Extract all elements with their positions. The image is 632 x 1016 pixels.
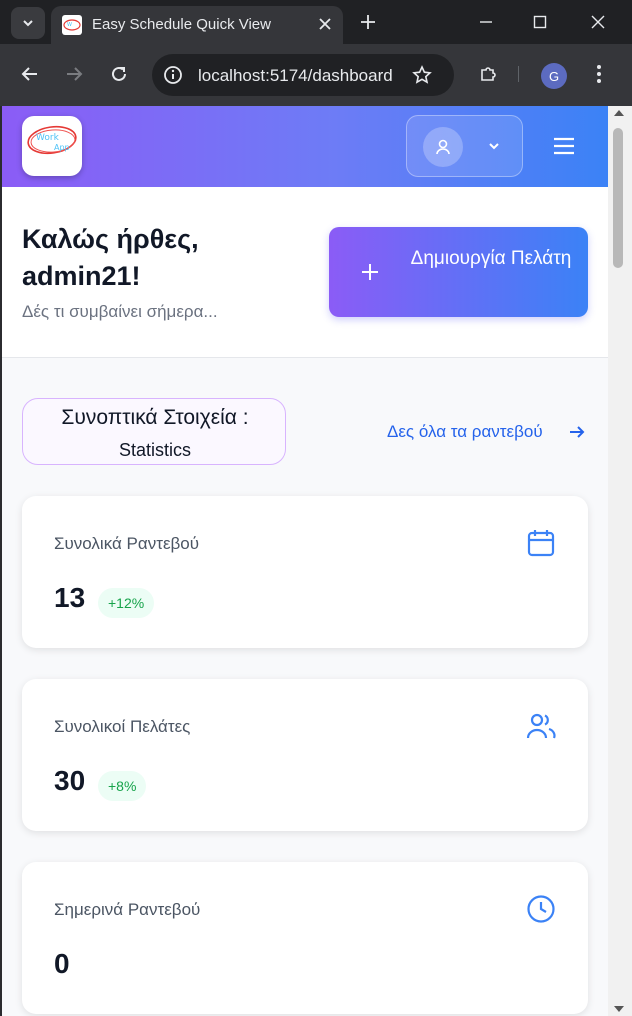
stats-title: Συνοπτικά Στοιχεία : [61, 406, 249, 429]
arrow-left-icon [21, 67, 37, 81]
stat-card-total-clients: Συνολικοί Πελάτες 30 +8% [22, 679, 588, 831]
welcome-section: Καλώς ήρθες, admin21! Δές τι συμβαίνει σ… [2, 187, 608, 358]
close-icon [591, 15, 605, 29]
see-all-appointments-link[interactable]: Δες όλα τα ραντεβού [387, 422, 543, 442]
tab-search-button[interactable] [11, 7, 45, 39]
new-tab-button[interactable] [354, 8, 382, 36]
minimize-button[interactable] [466, 6, 506, 38]
url-text: localhost:5174/dashboard [198, 66, 393, 85]
app-logo[interactable]: Work App [22, 116, 82, 176]
browser-toolbar: localhost:5174/dashboard G [0, 44, 632, 106]
tab-close-button[interactable] [314, 13, 336, 35]
scroll-up-arrow-icon[interactable] [614, 110, 624, 116]
close-window-button[interactable] [578, 6, 618, 38]
favicon-icon: W [62, 15, 82, 35]
chevron-down-icon [483, 135, 505, 157]
arrow-right-icon[interactable] [567, 422, 587, 442]
forward-button[interactable] [60, 60, 88, 88]
minimize-icon [480, 21, 492, 23]
logo-text-work: Work [36, 133, 60, 143]
close-icon [319, 18, 331, 30]
create-client-button[interactable]: Δημιουργία Πελάτη [329, 227, 588, 317]
app-header: Work App [2, 106, 608, 187]
card-value: 13 [54, 582, 86, 613]
logo-icon: Work App [27, 125, 77, 155]
welcome-subtitle: Δές τι συμβαίνει σήμερα... [22, 302, 218, 321]
hamburger-icon [554, 137, 574, 155]
card-value: 30 [54, 765, 86, 796]
back-button[interactable] [16, 60, 44, 88]
stats-heading-badge: Συνοπτικά Στοιχεία : Statistics [22, 398, 286, 465]
card-label: Συνολικά Ραντεβού [54, 534, 200, 553]
more-vertical-icon [597, 65, 601, 83]
bookmark-star-icon[interactable] [410, 63, 434, 87]
page-scrollbar[interactable] [608, 106, 632, 1016]
avatar [423, 127, 463, 167]
card-label: Συνολικοί Πελάτες [54, 717, 191, 736]
stat-card-total-appointments: Συνολικά Ραντεβού 13 +12% [22, 496, 588, 648]
calendar-icon [524, 526, 558, 560]
chevron-down-icon [23, 20, 33, 27]
plus-icon [361, 15, 375, 29]
stat-card-today-appointments: Σημερινά Ραντεβού 0 [22, 862, 588, 1014]
tab-title: Easy Schedule Quick View [92, 16, 271, 33]
card-delta-badge: +12% [98, 588, 155, 618]
puzzle-icon [481, 67, 496, 81]
users-icon [524, 709, 558, 743]
clock-icon [524, 892, 558, 926]
card-value: 0 [54, 948, 70, 979]
scroll-down-arrow-icon[interactable] [614, 1006, 624, 1012]
svg-text:W: W [67, 22, 72, 28]
user-menu-button[interactable] [406, 115, 523, 177]
logo-text-app: App [54, 143, 70, 152]
reload-button[interactable] [105, 60, 133, 88]
menu-button[interactable] [551, 133, 577, 159]
page-viewport: Work App Καλώς ήρθες, admin21! Δές τι συ… [2, 106, 608, 1016]
maximize-icon [533, 15, 547, 29]
user-icon [436, 139, 450, 155]
stats-subtitle: Statistics [118, 440, 192, 460]
address-bar[interactable]: localhost:5174/dashboard [152, 54, 454, 96]
welcome-title: Καλώς ήρθες, admin21! [22, 224, 199, 291]
profile-avatar[interactable]: G [541, 63, 567, 89]
plus-icon [358, 260, 382, 284]
card-delta-badge: +8% [98, 771, 147, 801]
card-label: Σημερινά Ραντεβού [54, 900, 201, 919]
reload-icon [112, 66, 126, 81]
browser-tab[interactable]: W Easy Schedule Quick View [51, 6, 343, 44]
create-client-label: Δημιουργία Πελάτη [410, 248, 572, 269]
browser-tabbar: W Easy Schedule Quick View [0, 0, 632, 44]
extensions-button[interactable] [474, 60, 502, 88]
site-info-icon[interactable] [162, 64, 184, 86]
scroll-thumb[interactable] [613, 128, 623, 268]
arrow-right-icon [67, 67, 83, 81]
maximize-button[interactable] [520, 6, 560, 38]
toolbar-divider [518, 66, 519, 82]
browser-menu-button[interactable] [585, 60, 613, 88]
